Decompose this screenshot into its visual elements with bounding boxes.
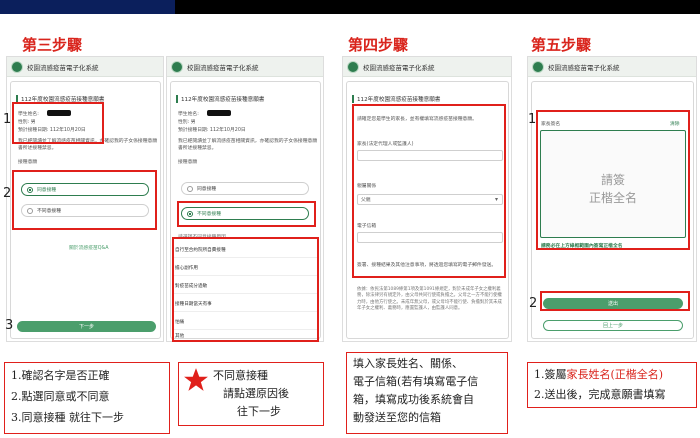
student-name-label: 學生姓名: <box>178 112 199 117</box>
date-text: 預計接種日期: 112年10月20日 <box>178 128 246 133</box>
highlight-signature <box>536 110 690 250</box>
app-logo-icon <box>347 60 359 73</box>
app-logo-icon <box>532 60 544 73</box>
app-title: 校園流感疫苗電子化系統 <box>363 63 435 72</box>
step4-note-box: 填入家長姓名、關係、 電子信箱(若有填寫電子信 箱，填寫成功後系統會自 動發送至… <box>346 352 508 434</box>
step3-title: 第三步驟 <box>22 36 83 54</box>
highlight-parent-form <box>352 104 506 278</box>
card-title: 112年度校園流感疫苗接種意願書 <box>352 95 440 103</box>
app-bar: 校園流感疫苗電子化系統 <box>528 57 696 77</box>
consent-desc: 我已經閱讀並了解流感疫苗相關資訊，亦確認我的子女係接種意願書所述接種禁忌。 <box>178 139 318 151</box>
next-button[interactable]: 下一步 <box>17 321 156 332</box>
legal-text: 依據：依民法第1089條第1項及第1091條規定，對於未成年子女之權利義務，除法… <box>357 287 502 312</box>
highlight-student-info <box>12 102 104 144</box>
number-1: 1 <box>3 112 12 127</box>
radio-empty-icon <box>187 185 193 192</box>
note-line: 1.確認名字是否正確 <box>11 369 110 382</box>
gender-text: 性別: 男 <box>178 120 196 125</box>
star-icon <box>184 368 208 391</box>
step5-title: 第五步驟 <box>531 36 592 54</box>
number-1: 1 <box>528 112 537 127</box>
section-label: 接種意願 <box>18 160 38 165</box>
number-2: 2 <box>529 296 538 311</box>
highlight-disagree <box>177 201 316 227</box>
step5-note-box: 1.簽屬家長姓名(正楷全名) 2.送出後，完成意願書填寫 <box>527 362 697 408</box>
redacted-name <box>207 110 231 116</box>
back-button[interactable]: 回上一步 <box>543 320 683 331</box>
note-line: 3.同意接種 就往下一步 <box>11 411 124 424</box>
step4-title: 第四步驟 <box>348 36 409 54</box>
app-logo-icon <box>171 60 183 73</box>
note-line: 動發送至您的信箱 <box>353 411 441 424</box>
app-title: 校園流感疫苗電子化系統 <box>187 63 259 72</box>
card-title: 112年度校園流感疫苗接種意願書 <box>176 95 264 103</box>
faq-link[interactable]: 關於流感疫苗Q&A <box>69 244 109 251</box>
agree-radio[interactable]: 同意接種 <box>181 182 309 195</box>
app-title: 校園流感疫苗電子化系統 <box>548 63 620 72</box>
number-3: 3 <box>5 318 14 333</box>
note-line: 2.點選同意或不同意 <box>11 390 110 403</box>
section-label: 接種意願 <box>178 160 198 165</box>
highlight-consent-options <box>12 170 157 230</box>
highlight-reasons <box>172 237 319 342</box>
app-bar: 校園流感疫苗電子化系統 <box>167 57 323 77</box>
note-line: 箱，填寫成功後系統會自 <box>353 393 474 406</box>
top-strip <box>0 0 700 14</box>
note-line: 不同意接種 <box>213 369 268 382</box>
step3b-note-box: 不同意接種 請點選原因後 往下一步 <box>178 362 324 426</box>
note-line: 填入家長姓名、關係、 <box>353 357 463 370</box>
note-prefix: 1.簽屬 <box>534 368 567 381</box>
number-2: 2 <box>3 186 12 201</box>
highlight-submit <box>540 291 690 311</box>
note-highlight: 家長姓名(正楷全名) <box>566 368 664 381</box>
app-title: 校園流感疫苗電子化系統 <box>27 63 99 72</box>
note-line: 請點選原因後 <box>223 387 289 400</box>
app-logo-icon <box>11 60 23 73</box>
agree-label: 同意接種 <box>197 187 217 192</box>
app-bar: 校園流感疫苗電子化系統 <box>343 57 511 77</box>
note-line: 2.送出後，完成意願書填寫 <box>534 388 666 401</box>
step3-note-box: 1.確認名字是否正確 2.點選同意或不同意 3.同意接種 就往下一步 <box>4 362 170 434</box>
note-line: 電子信箱(若有填寫電子信 <box>353 375 479 388</box>
app-bar: 校園流感疫苗電子化系統 <box>7 57 163 77</box>
note-line: 1.簽屬家長姓名(正楷全名) <box>534 368 663 382</box>
note-line: 往下一步 <box>237 405 281 418</box>
